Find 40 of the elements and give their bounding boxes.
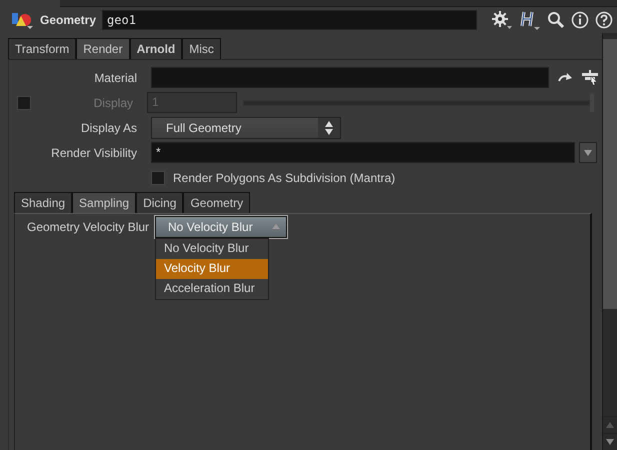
tab[interactable]: Transform <box>8 38 76 59</box>
gear-icon[interactable] <box>491 10 513 30</box>
param-label: Display As <box>80 120 138 134</box>
param-label: Render Visibility <box>50 146 138 160</box>
node-name-field[interactable]: geo1 <box>102 10 477 30</box>
info-icon[interactable] <box>571 11 589 29</box>
param-label: Display <box>92 96 134 110</box>
tab[interactable]: Misc <box>182 38 221 59</box>
tab[interactable]: Geometry <box>183 192 250 213</box>
scrollbar[interactable] <box>602 33 617 450</box>
slider-track[interactable] <box>243 94 594 112</box>
material-field[interactable] <box>151 67 549 88</box>
param-label: Geometry Velocity Blur <box>26 220 150 234</box>
geometry-icon[interactable] <box>10 10 36 30</box>
param-label: Material <box>93 70 138 84</box>
caret-icon <box>272 223 280 231</box>
jump-arrow-icon[interactable] <box>557 70 573 84</box>
tab[interactable]: Shading <box>14 192 72 213</box>
tab[interactable]: Render <box>76 38 130 59</box>
checkbox-label: Render Polygons As Subdivision (Mantra) <box>173 170 396 184</box>
display-as-menu[interactable]: Full Geometry <box>151 116 341 138</box>
menu-option[interactable]: No Velocity Blur <box>156 239 268 259</box>
tab[interactable]: Sampling <box>72 192 136 213</box>
menu-option[interactable]: Velocity Blur <box>156 259 268 279</box>
h-logo-icon[interactable] <box>519 9 541 31</box>
scroll-thumb[interactable] <box>603 39 617 309</box>
scroll-down-icon[interactable] <box>606 439 614 445</box>
render-visibility-field[interactable]: * <box>151 142 575 163</box>
up-down-arrows-icon <box>318 118 340 138</box>
node-type-label: Geometry <box>40 13 96 27</box>
tab[interactable]: Arnold <box>130 38 182 59</box>
menu-option[interactable]: Acceleration Blur <box>156 279 268 299</box>
velocity-blur-menu[interactable]: No Velocity Blur <box>155 216 287 238</box>
tab[interactable]: Dicing <box>136 192 184 213</box>
checkbox[interactable] <box>151 170 165 184</box>
caret-icon <box>584 150 592 156</box>
dropdown-button[interactable] <box>579 142 597 163</box>
node-chooser-icon[interactable] <box>581 70 599 86</box>
search-icon[interactable] <box>547 11 565 29</box>
help-icon[interactable] <box>595 11 613 29</box>
